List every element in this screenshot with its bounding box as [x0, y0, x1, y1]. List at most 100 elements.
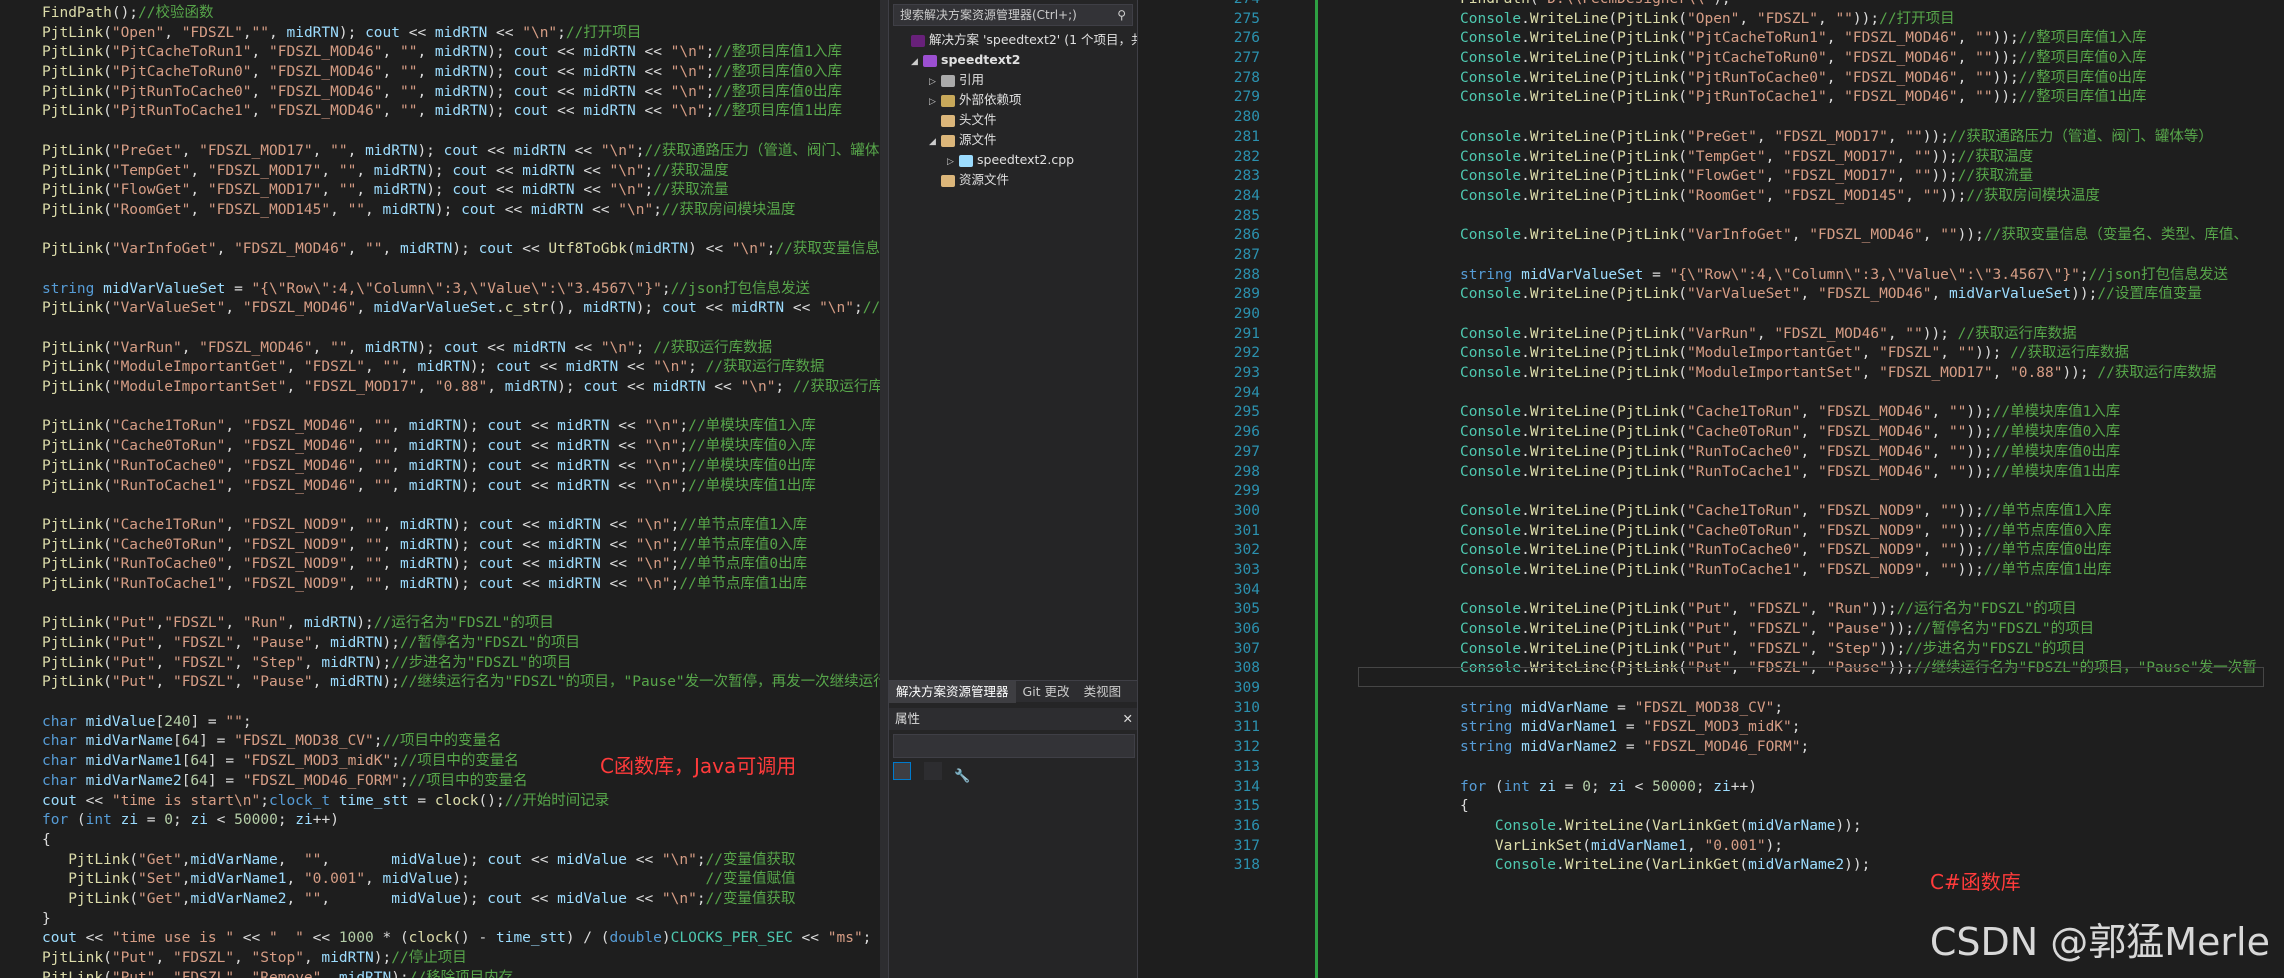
expand-arrow-icon[interactable]: ◢: [911, 52, 923, 72]
csharp-editor[interactable]: 274 FindPath("D:\\FecmDesigner\\"); 275 Con…: [1170, 0, 2284, 978]
code-line[interactable]: 285: [1170, 207, 2284, 227]
cpp-editor[interactable]: FindPath();//校验函数 PjtLink("Open", "FDSZL"…: [0, 0, 880, 978]
code-line[interactable]: 315 {: [1170, 797, 2284, 817]
code-line[interactable]: [0, 221, 880, 241]
code-line[interactable]: 314 for (int zi = 0; zi < 50000; zi++): [1170, 778, 2284, 798]
solution-tree-item[interactable]: 头文件: [889, 110, 1137, 130]
cpp-code-lines[interactable]: FindPath();//校验函数 PjtLink("Open", "FDSZL"…: [0, 4, 880, 978]
code-line[interactable]: 291 Console.WriteLine(PjtLink("VarRun", "…: [1170, 325, 2284, 345]
code-line[interactable]: PjtLink("RunToCache1", "FDSZL_MOD46", ""…: [0, 477, 880, 497]
code-line[interactable]: 287: [1170, 246, 2284, 266]
code-line[interactable]: [0, 122, 880, 142]
code-line[interactable]: 292 Console.WriteLine(PjtLink("ModuleImpo…: [1170, 344, 2284, 364]
code-line[interactable]: [0, 496, 880, 516]
code-line[interactable]: PjtLink("Cache1ToRun", "FDSZL_NOD9", "",…: [0, 516, 880, 536]
code-line[interactable]: 279 Console.WriteLine(PjtLink("PjtRunToCa…: [1170, 88, 2284, 108]
code-line[interactable]: PjtLink("RunToCache0", "FDSZL_NOD9", "",…: [0, 555, 880, 575]
solution-search-input[interactable]: 搜索解决方案资源管理器(Ctrl+;) ⚲: [893, 4, 1133, 26]
code-line[interactable]: 307 Console.WriteLine(PjtLink("Put", "FDS…: [1170, 640, 2284, 660]
code-line[interactable]: 318 Console.WriteLine(VarLinkGet(midVarN…: [1170, 856, 2284, 876]
code-line[interactable]: 302 Console.WriteLine(PjtLink("RunToCache…: [1170, 541, 2284, 561]
code-line[interactable]: 294: [1170, 384, 2284, 404]
code-line[interactable]: PjtLink("Cache0ToRun", "FDSZL_NOD9", "",…: [0, 536, 880, 556]
code-line[interactable]: PjtLink("Put","FDSZL", "Run", midRTN);//…: [0, 614, 880, 634]
code-line[interactable]: {: [0, 831, 880, 851]
code-line[interactable]: 284 Console.WriteLine(PjtLink("RoomGet", …: [1170, 187, 2284, 207]
code-line[interactable]: 293 Console.WriteLine(PjtLink("ModuleImpo…: [1170, 364, 2284, 384]
code-line[interactable]: 312 string midVarName2 = "FDSZL_MOD46_FOR…: [1170, 738, 2284, 758]
code-line[interactable]: 295 Console.WriteLine(PjtLink("Cache1ToRu…: [1170, 403, 2284, 423]
code-line[interactable]: PjtLink("Cache0ToRun", "FDSZL_MOD46", ""…: [0, 437, 880, 457]
code-line[interactable]: PjtLink("TempGet", "FDSZL_MOD17", "", mi…: [0, 162, 880, 182]
code-line[interactable]: 313: [1170, 758, 2284, 778]
code-line[interactable]: 304: [1170, 581, 2284, 601]
code-line[interactable]: 274 FindPath("D:\\FecmDesigner\\");: [1170, 0, 2284, 10]
code-line[interactable]: 277 Console.WriteLine(PjtLink("PjtCacheTo…: [1170, 49, 2284, 69]
code-line[interactable]: FindPath();//校验函数: [0, 4, 880, 24]
solution-tree-item[interactable]: 资源文件: [889, 170, 1137, 190]
code-line[interactable]: 316 Console.WriteLine(VarLinkGet(midVarN…: [1170, 817, 2284, 837]
code-line[interactable]: PjtLink("Put", "FDSZL", "Pause", midRTN)…: [0, 634, 880, 654]
code-line[interactable]: PjtLink("PreGet", "FDSZL_MOD17", "", mid…: [0, 142, 880, 162]
code-line[interactable]: 289 Console.WriteLine(PjtLink("VarValueSe…: [1170, 285, 2284, 305]
solution-tree-item[interactable]: 解决方案 'speedtext2' (1 个项目，共 1: [889, 30, 1137, 50]
code-line[interactable]: PjtLink("VarInfoGet", "FDSZL_MOD46", "",…: [0, 240, 880, 260]
properties-object-select[interactable]: [893, 734, 1135, 758]
code-line[interactable]: 306 Console.WriteLine(PjtLink("Put", "FDS…: [1170, 620, 2284, 640]
wrench-icon[interactable]: 🔧: [954, 769, 972, 787]
close-icon[interactable]: ✕: [1123, 708, 1133, 730]
solution-tree-item[interactable]: ▷ 引用: [889, 70, 1137, 90]
code-line[interactable]: PjtLink("PjtRunToCache0", "FDSZL_MOD46",…: [0, 83, 880, 103]
code-line[interactable]: 301 Console.WriteLine(PjtLink("Cache0ToRu…: [1170, 522, 2284, 542]
code-line[interactable]: PjtLink("Put", "FDSZL", "Remove", midRTN…: [0, 969, 880, 978]
code-line[interactable]: PjtLink("PjtCacheToRun0", "FDSZL_MOD46",…: [0, 63, 880, 83]
code-line[interactable]: 299: [1170, 482, 2284, 502]
code-line[interactable]: string midVarValueSet = "{\"Row\":4,\"Co…: [0, 280, 880, 300]
code-line[interactable]: PjtLink("RoomGet", "FDSZL_MOD145", "", m…: [0, 201, 880, 221]
code-line[interactable]: 300 Console.WriteLine(PjtLink("Cache1ToRu…: [1170, 502, 2284, 522]
code-line[interactable]: 288 string midVarValueSet = "{\"Row\":4,\…: [1170, 266, 2284, 286]
code-line[interactable]: [0, 260, 880, 280]
code-line[interactable]: 278 Console.WriteLine(PjtLink("PjtRunToCa…: [1170, 69, 2284, 89]
expand-arrow-icon[interactable]: ▷: [947, 152, 959, 172]
alphabetical-icon[interactable]: [923, 762, 942, 780]
code-line[interactable]: PjtLink("Put", "FDSZL", "Step", midRTN);…: [0, 654, 880, 674]
code-line[interactable]: PjtLink("Put", "FDSZL", "Pause", midRTN)…: [0, 673, 880, 693]
code-line[interactable]: PjtLink("Open", "FDSZL","", midRTN); cou…: [0, 24, 880, 44]
code-line[interactable]: PjtLink("Get",midVarName2, "", midValue)…: [0, 890, 880, 910]
solution-tree-item[interactable]: ▷ speedtext2.cpp: [889, 150, 1137, 170]
code-line[interactable]: PjtLink("RunToCache0", "FDSZL_MOD46", ""…: [0, 457, 880, 477]
code-line[interactable]: [0, 398, 880, 418]
code-line[interactable]: 298 Console.WriteLine(PjtLink("RunToCache…: [1170, 463, 2284, 483]
code-line[interactable]: PjtLink("VarRun", "FDSZL_MOD46", "", mid…: [0, 339, 880, 359]
code-line[interactable]: 275 Console.WriteLine(PjtLink("Open", "FD…: [1170, 10, 2284, 30]
code-line[interactable]: PjtLink("Cache1ToRun", "FDSZL_MOD46", ""…: [0, 417, 880, 437]
code-line[interactable]: PjtLink("Set",midVarName1, "0.001", midV…: [0, 870, 880, 890]
search-icon[interactable]: ⚲: [1117, 5, 1126, 25]
code-line[interactable]: 281 Console.WriteLine(PjtLink("PreGet", "…: [1170, 128, 2284, 148]
expand-arrow-icon[interactable]: ◢: [929, 132, 941, 152]
code-line[interactable]: 283 Console.WriteLine(PjtLink("FlowGet", …: [1170, 167, 2284, 187]
code-line[interactable]: 276 Console.WriteLine(PjtLink("PjtCacheTo…: [1170, 29, 2284, 49]
tab-class-view[interactable]: 类视图: [1077, 681, 1129, 703]
code-line[interactable]: 311 string midVarName1 = "FDSZL_MOD3_midK…: [1170, 718, 2284, 738]
expand-arrow-icon[interactable]: ▷: [929, 72, 941, 92]
code-line[interactable]: 310 string midVarName = "FDSZL_MOD38_CV";: [1170, 699, 2284, 719]
code-line[interactable]: PjtLink("PjtRunToCache1", "FDSZL_MOD46",…: [0, 102, 880, 122]
code-line[interactable]: PjtLink("PjtCacheToRun1", "FDSZL_MOD46",…: [0, 43, 880, 63]
code-line[interactable]: 280: [1170, 108, 2284, 128]
code-line[interactable]: [0, 319, 880, 339]
code-line[interactable]: PjtLink("Put", "FDSZL", "Stop", midRTN);…: [0, 949, 880, 969]
solution-tree-item[interactable]: ▷ 外部依赖项: [889, 90, 1137, 110]
solution-tree-item[interactable]: ◢ speedtext2: [889, 50, 1137, 70]
code-line[interactable]: cout << "time use is " << " " << 1000 * …: [0, 929, 880, 949]
code-line[interactable]: [0, 595, 880, 615]
code-line[interactable]: 297 Console.WriteLine(PjtLink("RunToCache…: [1170, 443, 2284, 463]
code-line[interactable]: 282 Console.WriteLine(PjtLink("TempGet", …: [1170, 148, 2284, 168]
code-line[interactable]: }: [0, 910, 880, 930]
tab-git-changes[interactable]: Git 更改: [1016, 681, 1077, 703]
code-line[interactable]: [0, 693, 880, 713]
code-line[interactable]: 286 Console.WriteLine(PjtLink("VarInfoGet…: [1170, 226, 2284, 246]
code-line[interactable]: 317 VarLinkSet(midVarName1, "0.001");: [1170, 837, 2284, 857]
tab-solution-explorer[interactable]: 解决方案资源管理器: [889, 681, 1016, 703]
